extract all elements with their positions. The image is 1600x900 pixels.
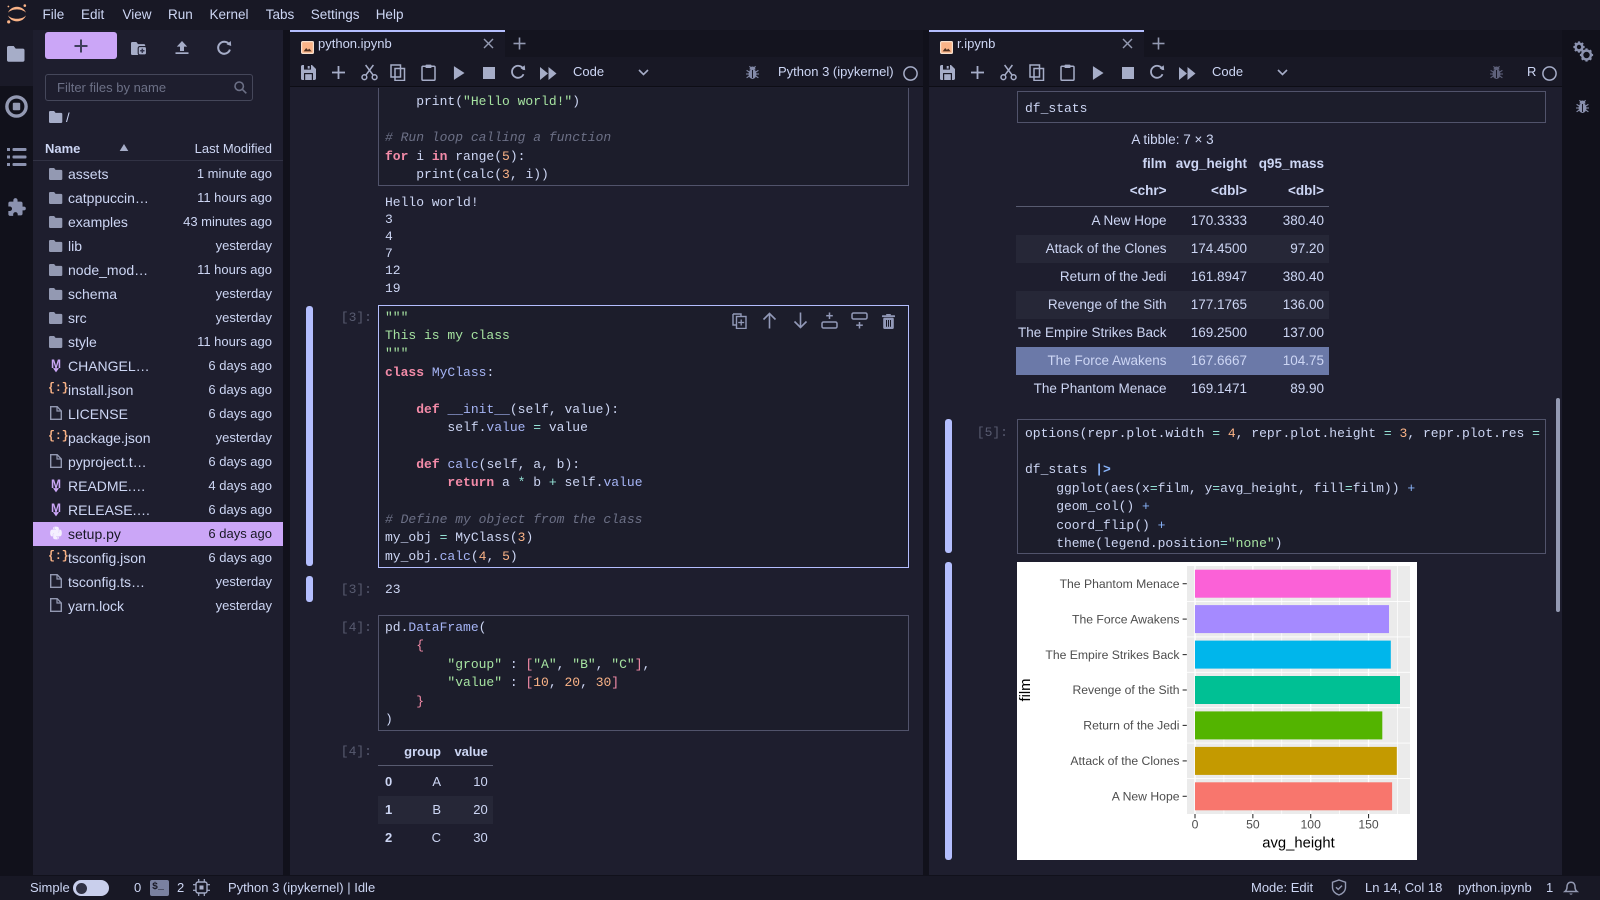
svg-text:0: 0 [1192,818,1199,832]
svg-text:Return of the Jedi: Return of the Jedi [1083,719,1179,733]
svg-text:100: 100 [1301,818,1322,832]
svg-text:A New Hope: A New Hope [1112,790,1180,804]
svg-text:The Force Awakens: The Force Awakens [1072,612,1180,626]
svg-text:film: film [1018,678,1034,701]
svg-text:Revenge of the Sith: Revenge of the Sith [1072,683,1179,697]
svg-text:Attack of the Clones: Attack of the Clones [1070,754,1179,768]
svg-text:150: 150 [1358,818,1379,832]
svg-text:The Phantom Menace: The Phantom Menace [1060,577,1180,591]
svg-text:50: 50 [1246,818,1260,832]
svg-text:avg_height: avg_height [1262,836,1334,852]
svg-text:The Empire Strikes Back: The Empire Strikes Back [1045,648,1180,662]
